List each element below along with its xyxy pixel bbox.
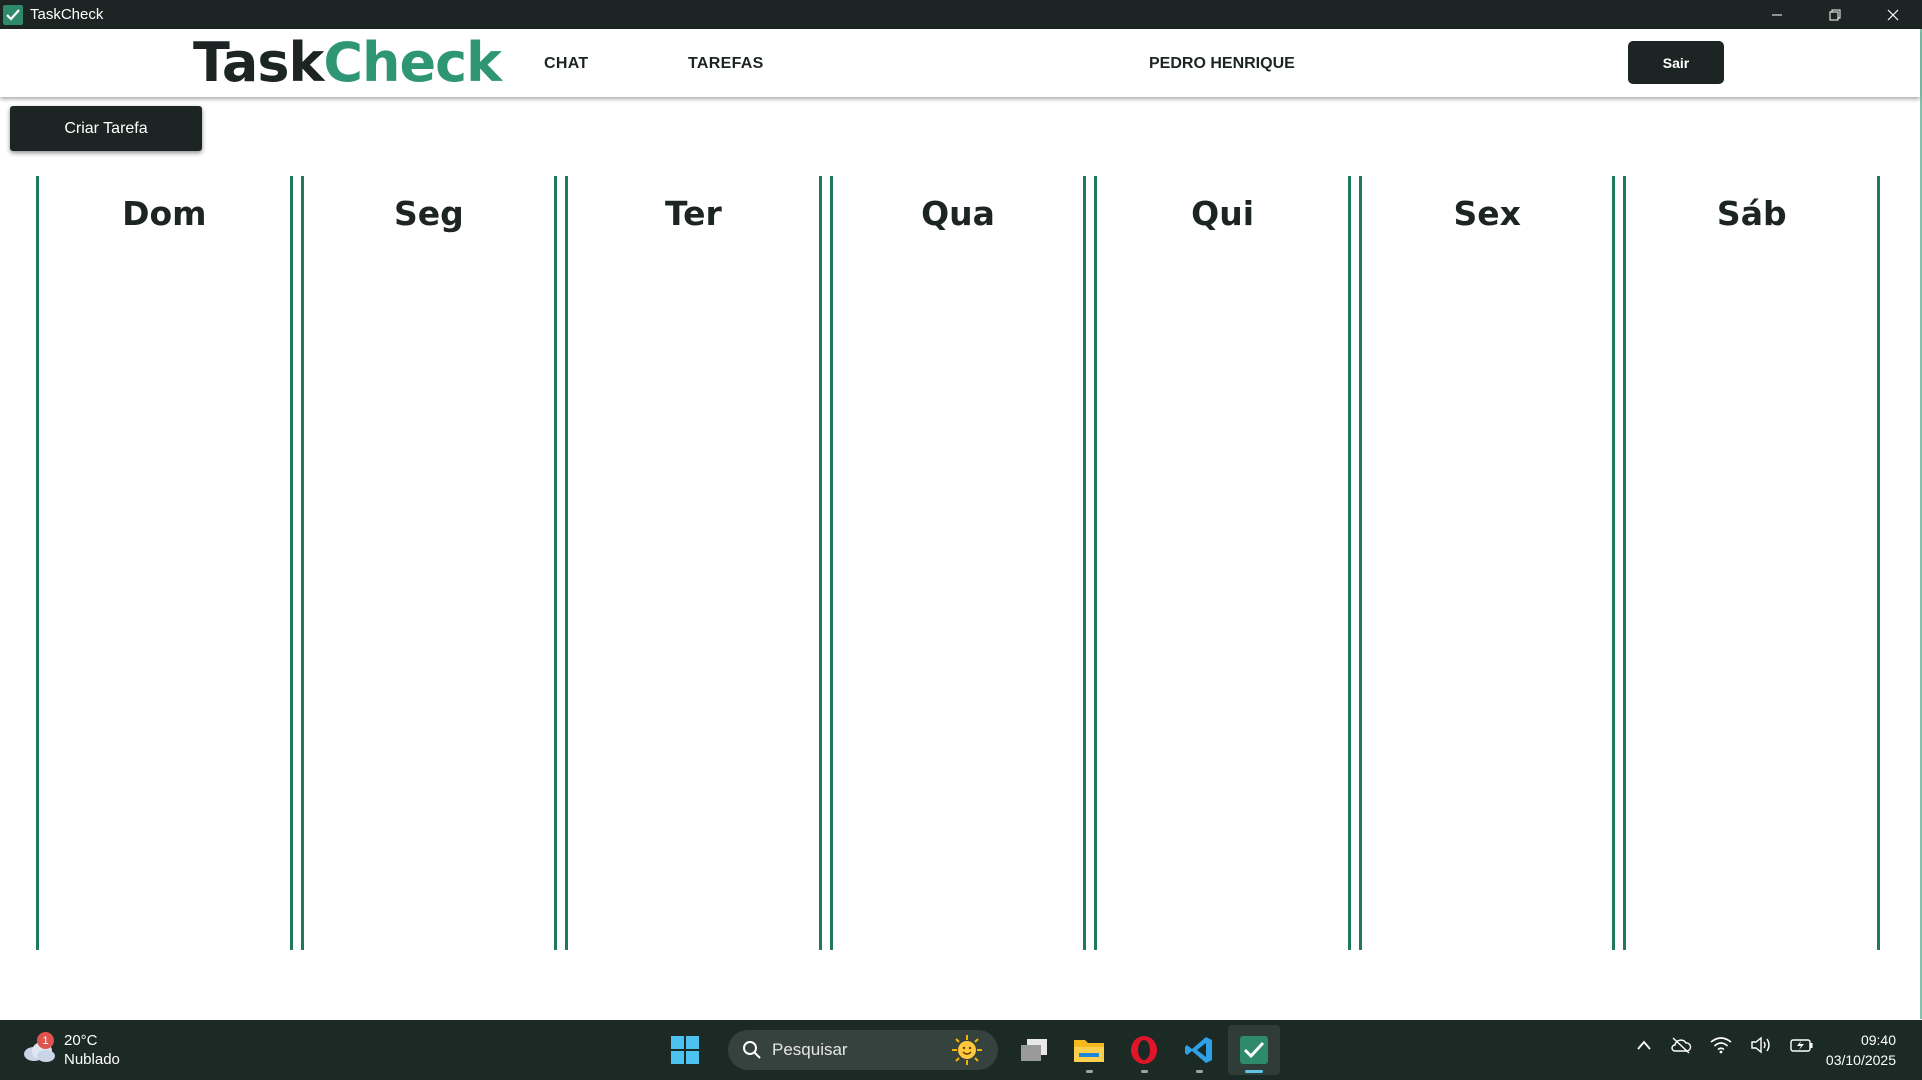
week-board: Dom Seg Ter Qua Qui Sex Sáb xyxy=(36,176,1881,950)
user-name: PEDRO HENRIQUE xyxy=(1149,55,1295,72)
restore-button[interactable] xyxy=(1806,0,1864,29)
day-column-seg[interactable]: Seg xyxy=(300,176,558,950)
logout-button[interactable]: Sair xyxy=(1628,41,1724,84)
taskbar: 1 20°C Nublado Pesquisar 09:40 03/10/202… xyxy=(0,1020,1922,1080)
logo-text-check: Check xyxy=(323,31,502,94)
day-column-dom[interactable]: Dom xyxy=(36,176,293,950)
day-title: Qua xyxy=(921,194,995,233)
file-explorer-icon[interactable] xyxy=(1063,1025,1115,1075)
day-title: Seg xyxy=(393,194,464,233)
running-indicator xyxy=(1195,1070,1203,1073)
window-title: TaskCheck xyxy=(30,6,104,23)
app-header: TaskCheck CHAT TAREFAS PEDRO HENRIQUE Sa… xyxy=(0,29,1920,97)
day-title: Dom xyxy=(122,194,207,233)
day-column-qua[interactable]: Qua xyxy=(829,176,1087,950)
task-view-icon[interactable] xyxy=(1008,1025,1060,1075)
vscode-icon[interactable] xyxy=(1173,1025,1225,1075)
chevron-up-icon[interactable] xyxy=(1636,1039,1652,1051)
create-task-button[interactable]: Criar Tarefa xyxy=(10,106,202,151)
search-placeholder: Pesquisar xyxy=(772,1040,848,1059)
taskbar-search[interactable]: Pesquisar xyxy=(728,1030,998,1070)
active-indicator xyxy=(1245,1070,1263,1073)
nav-chat-link[interactable]: CHAT xyxy=(544,55,588,73)
day-title: Sáb xyxy=(1716,194,1787,233)
volume-icon[interactable] xyxy=(1750,1036,1772,1054)
day-column-sab[interactable]: Sáb xyxy=(1623,176,1881,950)
day-title: Ter xyxy=(665,194,722,233)
search-icon xyxy=(743,1041,761,1059)
running-indicator xyxy=(1140,1070,1148,1073)
notification-badge: 1 xyxy=(37,1032,54,1049)
opera-icon[interactable] xyxy=(1118,1025,1170,1075)
battery-icon[interactable] xyxy=(1790,1037,1814,1053)
taskbar-clock[interactable]: 09:40 03/10/2025 xyxy=(1826,1030,1896,1070)
cloud-offline-icon[interactable] xyxy=(1670,1036,1692,1054)
close-button[interactable] xyxy=(1864,0,1922,29)
day-column-ter[interactable]: Ter xyxy=(565,176,822,950)
sun-icon xyxy=(952,1035,982,1065)
minimize-button[interactable] xyxy=(1748,0,1806,29)
taskcheck-logo[interactable]: TaskCheck xyxy=(193,31,502,94)
window-titlebar: TaskCheck xyxy=(0,0,1922,29)
taskcheck-app-icon xyxy=(3,4,23,25)
day-title: Sex xyxy=(1453,194,1521,233)
weather-condition: Nublado xyxy=(64,1051,120,1068)
wifi-icon[interactable] xyxy=(1710,1036,1732,1054)
logo-text-task: Task xyxy=(193,31,324,94)
weather-widget[interactable]: 1 20°C Nublado xyxy=(22,1031,120,1069)
system-tray xyxy=(1636,1036,1814,1054)
day-column-qui[interactable]: Qui xyxy=(1094,176,1351,950)
nav-tarefas-link[interactable]: TAREFAS xyxy=(688,55,764,73)
clock-time: 09:40 xyxy=(1860,1032,1896,1048)
clock-date: 03/10/2025 xyxy=(1825,1052,1896,1068)
windows-start-button[interactable] xyxy=(660,1025,710,1075)
taskcheck-taskbar-icon[interactable] xyxy=(1228,1025,1280,1075)
cloud-icon: 1 xyxy=(22,1032,56,1064)
day-column-sex[interactable]: Sex xyxy=(1358,176,1616,950)
running-indicator xyxy=(1085,1070,1093,1073)
day-title: Qui xyxy=(1191,194,1255,233)
weather-temp: 20°C xyxy=(64,1032,98,1049)
